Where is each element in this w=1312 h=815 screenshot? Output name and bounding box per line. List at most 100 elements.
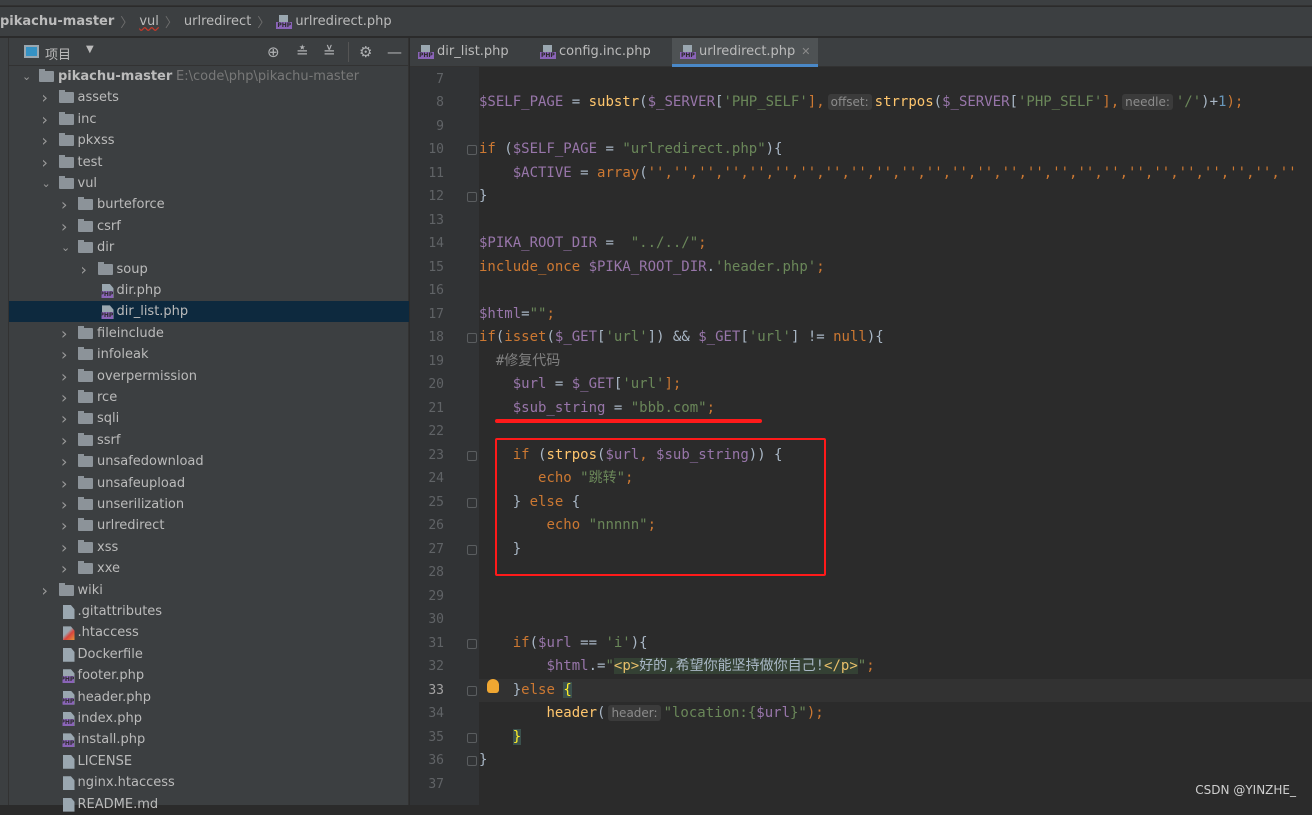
tree-item[interactable]: › unsafeupload — [9, 473, 409, 494]
chevron-right-icon[interactable]: › — [61, 537, 67, 558]
tree-item[interactable]: › fileinclude — [9, 323, 409, 344]
tree-item[interactable]: dir_list.php — [9, 301, 409, 323]
tree-item[interactable]: › csrf — [9, 216, 409, 237]
tab-dir-list[interactable]: dir_list.php — [410, 38, 509, 67]
code-token: ){ — [765, 141, 783, 157]
breadcrumb-item-urlredirect[interactable]: urlredirect — [184, 14, 251, 29]
chevron-right-icon[interactable]: › — [61, 473, 67, 494]
tree-item[interactable]: › xss — [9, 537, 409, 558]
tree-item[interactable]: .htaccess — [9, 622, 409, 643]
tree-item[interactable]: Dockerfile — [9, 644, 409, 665]
fold-marker-icon[interactable] — [467, 192, 477, 202]
tree-item[interactable]: README.md — [9, 794, 409, 815]
tree-item[interactable]: › xxe — [9, 558, 409, 579]
tree-item[interactable]: dir.php — [9, 280, 409, 301]
tree-item[interactable]: › unserilization — [9, 494, 409, 515]
fold-marker-icon[interactable] — [467, 497, 477, 508]
chevron-right-icon[interactable]: › — [61, 430, 67, 451]
tree-item[interactable]: › assets — [9, 87, 409, 108]
fold-marker-icon[interactable] — [467, 732, 477, 743]
chevron-down-icon[interactable]: ⌄ — [42, 173, 51, 194]
fold-marker-icon[interactable] — [467, 638, 477, 649]
locate-icon[interactable]: ⊕ — [267, 43, 280, 61]
tree-item[interactable]: › test — [9, 152, 409, 173]
code-token: null — [833, 329, 867, 345]
tree-item[interactable]: › overpermission — [9, 366, 409, 387]
tree-item[interactable]: ⌄ pikachu-master E:\code\php\pikachu-maste… — [9, 66, 409, 87]
chevron-right-icon[interactable]: › — [61, 387, 67, 408]
chevron-right-icon[interactable]: › — [42, 152, 48, 173]
close-tab-icon[interactable]: ✕ — [801, 45, 810, 58]
tool-window-strip[interactable] — [0, 38, 9, 805]
chevron-right-icon[interactable]: › — [61, 494, 67, 515]
code-token: $sub_string — [512, 399, 606, 416]
minimize-icon[interactable]: — — [387, 43, 402, 61]
expand-all-icon[interactable]: ≛ — [296, 43, 309, 61]
code-token: 'PHP_SELF' — [723, 94, 808, 110]
chevron-right-icon[interactable]: › — [42, 109, 48, 130]
chevron-right-icon[interactable]: › — [61, 451, 67, 472]
chevron-down-icon[interactable]: ⌄ — [61, 237, 70, 258]
code-token: ] != — [790, 329, 834, 345]
breadcrumb-item-project[interactable]: pikachu-master — [0, 14, 114, 29]
collapse-all-icon[interactable]: ≚ — [323, 43, 336, 61]
chevron-down-icon[interactable]: ⌄ — [22, 66, 31, 87]
code-token: 'url' — [748, 329, 791, 345]
code-line: } — [479, 185, 1312, 209]
fold-marker-icon[interactable] — [467, 685, 477, 696]
folder-icon — [78, 497, 93, 510]
tree-item[interactable]: › sqli — [9, 408, 409, 429]
chevron-right-icon[interactable]: › — [61, 216, 67, 237]
tree-item[interactable]: › inc — [9, 109, 409, 130]
chevron-right-icon[interactable]: › — [61, 344, 67, 365]
chevron-right-icon[interactable]: › — [42, 87, 48, 108]
breadcrumb-item-file[interactable]: urlredirect.php — [295, 14, 391, 29]
tree-item[interactable]: › rce — [9, 387, 409, 408]
chevron-right-icon[interactable]: › — [81, 259, 87, 280]
project-view-selector[interactable]: 项目 — [45, 44, 71, 63]
chevron-right-icon[interactable]: › — [61, 194, 67, 215]
tree-item[interactable]: index.php — [9, 708, 409, 729]
chevron-right-icon[interactable]: › — [61, 515, 67, 536]
fold-marker-icon[interactable] — [467, 756, 477, 766]
red-underline-annotation — [495, 419, 762, 423]
code-editor[interactable]: 7 8 9 10 11 12 13 14 15 16 17 18 19 20 21 22 23 24 25 26 27 2… — [410, 67, 1312, 805]
tree-item[interactable]: ⌄ vul — [9, 173, 409, 194]
code-token: "bbb.com" — [630, 399, 707, 416]
tree-item[interactable]: › unsafedownload — [9, 451, 409, 472]
tree-item[interactable]: install.php — [9, 729, 409, 750]
fold-marker-icon[interactable] — [467, 544, 477, 555]
tree-item[interactable]: ⌄ dir — [9, 237, 409, 258]
chevron-right-icon[interactable]: › — [61, 558, 67, 579]
lightbulb-icon[interactable] — [487, 679, 499, 693]
folder-icon — [78, 325, 93, 339]
fold-marker-icon[interactable] — [467, 450, 477, 461]
tab-urlredirect[interactable]: urlredirect.php ✕ — [672, 38, 818, 67]
tree-item[interactable]: footer.php — [9, 665, 409, 686]
fold-marker-icon[interactable] — [467, 145, 477, 155]
tree-item[interactable]: › infoleak — [9, 344, 409, 365]
chevron-right-icon[interactable]: › — [42, 580, 48, 601]
tree-item[interactable]: › urlredirect — [9, 515, 409, 536]
gear-icon[interactable]: ⚙ — [359, 43, 372, 61]
tree-item-label: xss — [97, 539, 119, 555]
tree-item[interactable]: › wiki — [9, 580, 409, 601]
chevron-right-icon[interactable]: › — [61, 366, 67, 387]
tree-item[interactable]: header.php — [9, 687, 409, 708]
tree-item[interactable]: › burteforce — [9, 194, 409, 215]
tree-item[interactable]: LICENSE — [9, 751, 409, 772]
chevron-right-icon[interactable]: › — [61, 323, 67, 344]
tab-config-inc[interactable]: config.inc.php — [532, 38, 651, 67]
fold-marker-icon[interactable] — [467, 333, 477, 343]
tree-item[interactable]: .gitattributes — [9, 601, 409, 622]
tree-item[interactable]: › ssrf — [9, 430, 409, 451]
tree-item[interactable]: › pkxss — [9, 130, 409, 151]
chevron-down-icon[interactable]: ▼ — [86, 44, 94, 55]
breadcrumb-item-vul[interactable]: vul — [139, 14, 159, 29]
folder-icon — [78, 561, 93, 575]
tree-item[interactable]: › soup — [9, 259, 409, 280]
tree-item[interactable]: nginx.htaccess — [9, 772, 409, 793]
chevron-right-icon[interactable]: › — [61, 408, 67, 429]
chevron-right-icon[interactable]: › — [42, 130, 48, 151]
